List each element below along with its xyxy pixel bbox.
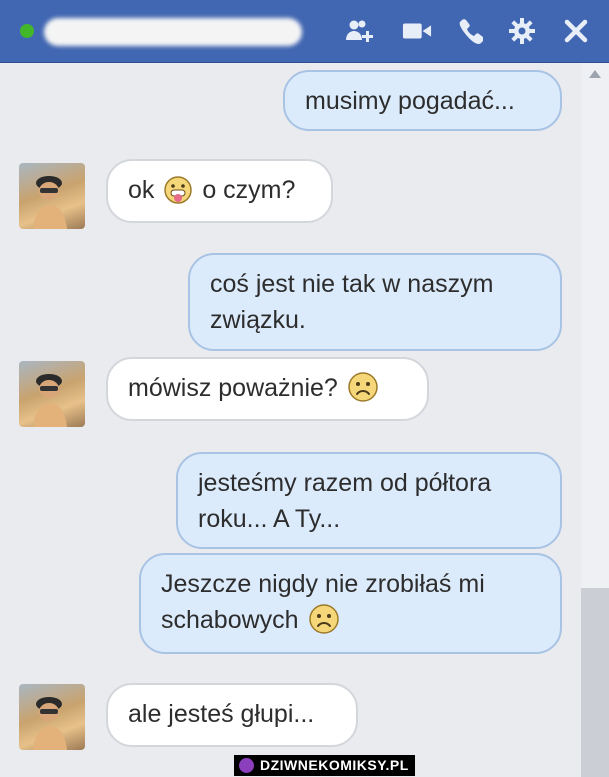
avatar[interactable]: [19, 684, 85, 750]
gear-icon[interactable]: [507, 16, 537, 46]
phone-icon[interactable]: [455, 16, 485, 46]
avatar[interactable]: [19, 163, 85, 229]
message-bubble-received: ok o czym?: [106, 159, 333, 223]
message-text: ale jesteś głupi...: [128, 700, 315, 728]
message-bubble-received: ale jesteś głupi...: [106, 683, 358, 747]
sad-emoji-icon: [308, 603, 340, 645]
tongue-emoji-icon: [163, 175, 193, 215]
online-status-dot: [20, 24, 34, 38]
message-bubble-sent: jesteśmy razem od półtora roku... A Ty..…: [176, 452, 562, 549]
message-text: jesteśmy razem od półtora roku... A Ty..…: [198, 469, 492, 533]
add-people-icon[interactable]: [345, 16, 375, 46]
scrollbar-thumb[interactable]: [581, 588, 609, 777]
video-camera-icon[interactable]: [402, 16, 432, 46]
scroll-up-arrow-icon[interactable]: [589, 70, 601, 78]
message-text: o czym?: [202, 176, 296, 204]
watermark-logo-icon: [239, 758, 254, 773]
message-bubble-sent: Jeszcze nigdy nie zrobiłaś mi schabowych: [139, 553, 562, 654]
contact-name-blurred[interactable]: [44, 18, 302, 46]
message-bubble-sent: coś jest nie tak w naszym związku.: [188, 253, 562, 351]
message-bubble-received: mówisz poważnie?: [106, 357, 429, 421]
message-text: coś jest nie tak w naszym związku.: [210, 270, 494, 334]
chat-header: [0, 0, 609, 63]
message-bubble-sent: musimy pogadać...: [283, 70, 562, 131]
sad-emoji-icon: [347, 371, 379, 413]
message-text: musimy pogadać...: [305, 87, 515, 115]
close-icon[interactable]: [561, 16, 591, 46]
message-text: ok: [128, 176, 155, 204]
avatar[interactable]: [19, 361, 85, 427]
watermark-text: DZIWNEKOMIKSY.PL: [260, 757, 409, 773]
message-text: mówisz poważnie?: [128, 374, 338, 402]
watermark: DZIWNEKOMIKSY.PL: [234, 755, 415, 776]
